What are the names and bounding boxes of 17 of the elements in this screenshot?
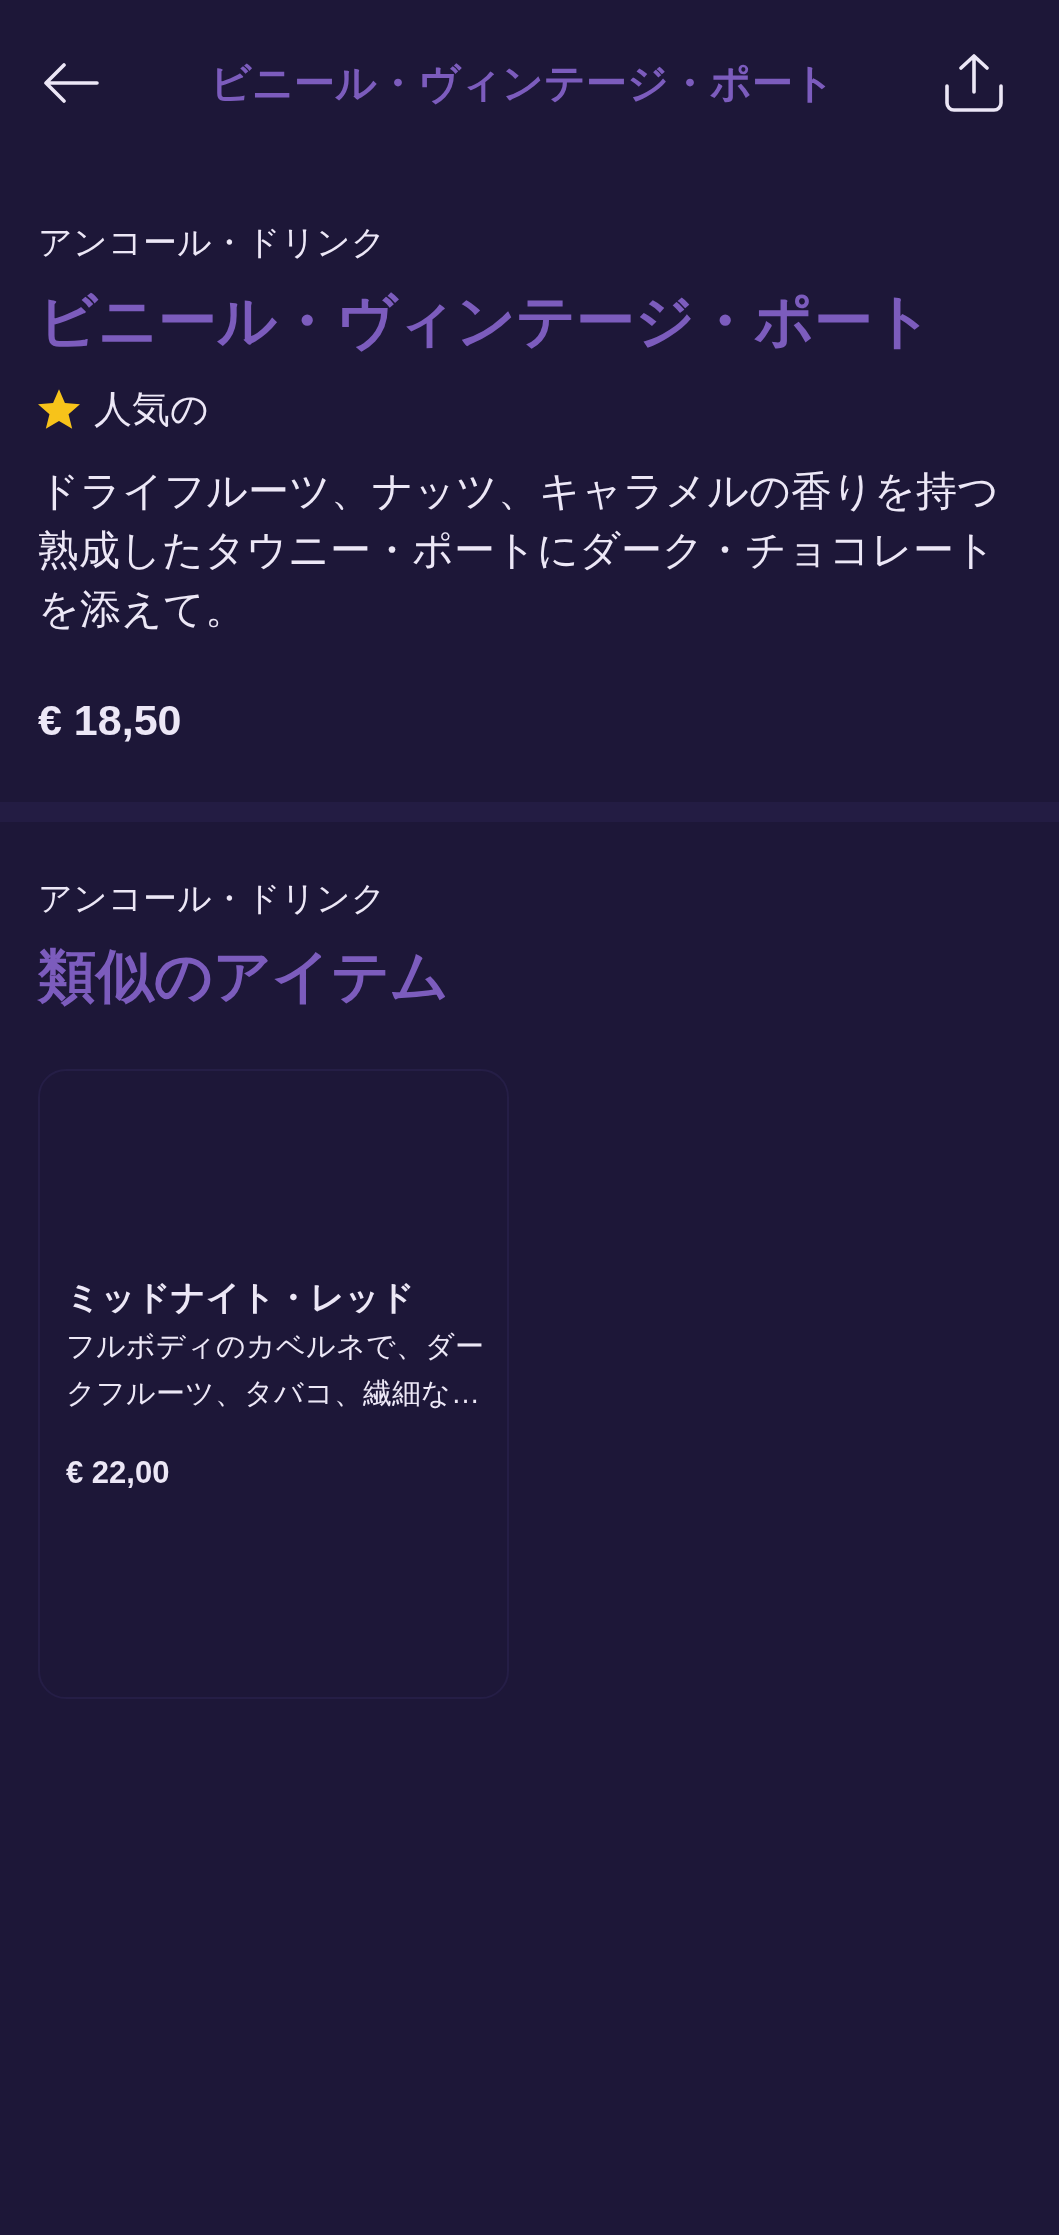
back-button[interactable]: [43, 63, 99, 103]
item-price: € 22,00: [66, 1454, 170, 1492]
product-title: ビニール・ヴィンテージ・ポート: [38, 287, 933, 356]
header-title: ビニール・ヴィンテージ・ポート: [209, 59, 835, 108]
product-description: ドライフルーツ、ナッツ、キャラメルの香りを持つ熟成したタウニー・ポートにダーク・チョコレートを添えて。: [38, 467, 1000, 634]
share-button[interactable]: [945, 54, 1003, 112]
section-heading: 類似のアイテム: [38, 942, 449, 1010]
product-price: € 18,50: [38, 695, 182, 746]
item-description: フルボディのカベルネで、ダークフルーツ、タバコ、繊細な…: [66, 1329, 485, 1411]
category-label: アンコール・ドリンク: [38, 878, 386, 919]
popular-label: 人気の: [94, 387, 209, 432]
item-card[interactable]: ミッドナイト・レッド フルボディのカベルネで、ダークフルーツ、タバコ、繊細な… € 22,00: [38, 1069, 509, 1699]
item-name: ミッドナイト・レッド: [66, 1277, 415, 1318]
star-icon: [38, 389, 80, 429]
category-label: アンコール・ドリンク: [38, 222, 386, 263]
share-icon: [945, 54, 1003, 112]
back-arrow-icon: [43, 63, 99, 103]
